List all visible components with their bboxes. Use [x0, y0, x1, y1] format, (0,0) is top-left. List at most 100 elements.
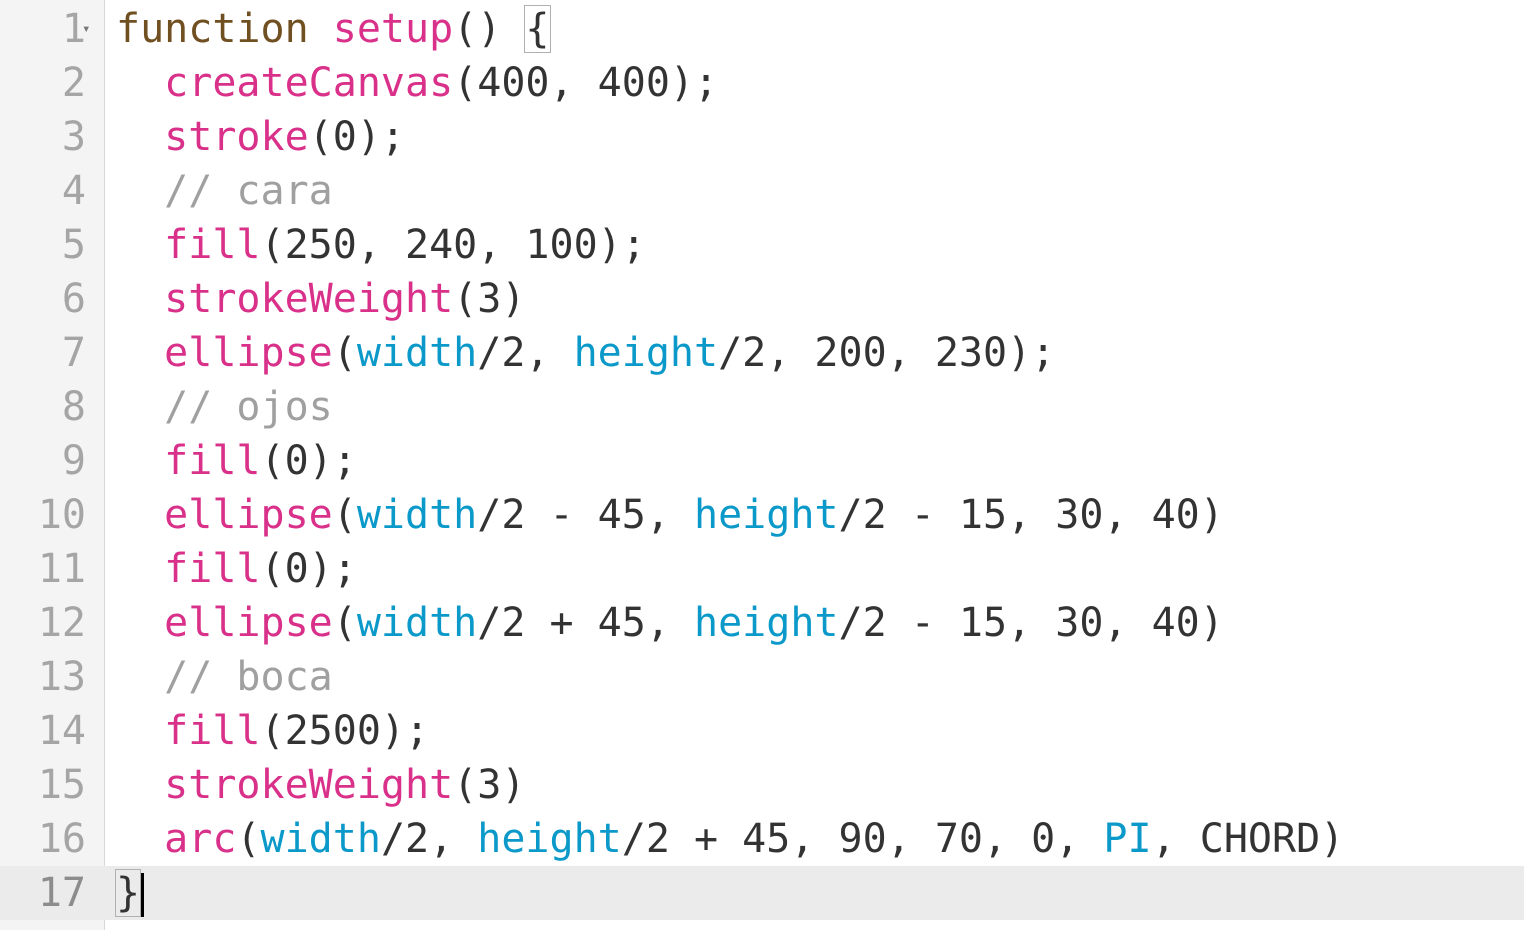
line-number: 13: [37, 654, 86, 700]
code-text[interactable]: ellipse(width/2, height/2, 200, 230);: [116, 326, 1055, 380]
code-text[interactable]: createCanvas(400, 400);: [116, 56, 718, 110]
code-token: (0);: [308, 114, 405, 160]
line-number: 6: [61, 276, 86, 322]
code-token: width: [356, 330, 478, 376]
code-line[interactable]: 11 fill(0);: [0, 542, 1524, 596]
code-line[interactable]: 17}: [0, 866, 1524, 920]
code-line[interactable]: 10 ellipse(width/2 - 45, height/2 - 15, …: [0, 488, 1524, 542]
code-token: ellipse: [164, 600, 333, 646]
code-token: (3): [453, 762, 526, 808]
code-text[interactable]: ellipse(width/2 + 45, height/2 - 15, 30,…: [116, 596, 1224, 650]
code-token: setup: [332, 6, 454, 52]
code-token: // cara: [164, 168, 333, 214]
line-number: 10: [37, 492, 86, 538]
line-number: 15: [37, 762, 86, 808]
line-number: 4: [61, 168, 86, 214]
code-token: /2 - 15, 30, 40): [838, 600, 1224, 646]
line-number: 8: [61, 384, 86, 430]
code-text[interactable]: strokeWeight(3): [116, 758, 525, 812]
code-line[interactable]: 14 fill(2500);: [0, 704, 1524, 758]
code-token: fill: [164, 222, 261, 268]
code-editor[interactable]: 1 ▾ function setup() {2 createCanvas(400, …: [0, 0, 1524, 930]
code-line[interactable]: 6 strokeWeight(3): [0, 272, 1524, 326]
code-line[interactable]: 16 arc(width/2, height/2 + 45, 90, 70, 0…: [0, 812, 1524, 866]
line-number: 9: [61, 438, 86, 484]
code-token: PI: [1103, 816, 1152, 862]
code-line[interactable]: 12 ellipse(width/2 + 45, height/2 - 15, …: [0, 596, 1524, 650]
code-text[interactable]: }: [114, 866, 145, 920]
code-token: (400, 400);: [453, 60, 719, 106]
code-token: fill: [164, 708, 261, 754]
code-token: strokeWeight: [164, 276, 454, 322]
code-token: /2,: [380, 816, 478, 862]
code-token: (0);: [260, 546, 357, 592]
code-text[interactable]: fill(0);: [116, 542, 357, 596]
line-number: 5: [61, 222, 86, 268]
code-token: /2 - 45,: [477, 492, 695, 538]
fold-toggle-icon[interactable]: ▾: [82, 2, 90, 56]
code-text[interactable]: function setup() {: [116, 2, 551, 56]
code-line[interactable]: 5 fill(250, 240, 100);: [0, 218, 1524, 272]
code-line[interactable]: 13 // boca: [0, 650, 1524, 704]
code-text[interactable]: fill(2500);: [116, 704, 429, 758]
code-token: /2 + 45, 90, 70, 0,: [621, 816, 1104, 862]
code-token: /2 - 15, 30, 40): [838, 492, 1224, 538]
code-token: stroke: [164, 114, 309, 160]
code-token: height: [694, 492, 839, 538]
code-line[interactable]: 8 // ojos: [0, 380, 1524, 434]
code-text[interactable]: stroke(0);: [116, 110, 405, 164]
code-token: , CHORD): [1151, 816, 1345, 862]
code-text[interactable]: // boca: [116, 650, 333, 704]
code-token: height: [477, 816, 622, 862]
code-line[interactable]: 2 createCanvas(400, 400);: [0, 56, 1524, 110]
code-line[interactable]: 7 ellipse(width/2, height/2, 200, 230);: [0, 326, 1524, 380]
code-token: // ojos: [164, 384, 333, 430]
code-token: width: [356, 600, 478, 646]
code-token: strokeWeight: [164, 762, 454, 808]
code-token: height: [573, 330, 719, 376]
code-token: width: [356, 492, 478, 538]
line-number: 14: [37, 708, 86, 754]
code-token: /2,: [477, 330, 574, 376]
code-text[interactable]: fill(0);: [116, 434, 357, 488]
code-line[interactable]: 3 stroke(0);: [0, 110, 1524, 164]
code-token: }: [114, 869, 142, 917]
code-token: ellipse: [164, 492, 333, 538]
line-number: 1: [61, 6, 86, 52]
code-text[interactable]: strokeWeight(3): [116, 272, 525, 326]
code-line[interactable]: 1 ▾ function setup() {: [0, 2, 1524, 56]
code-token: (: [236, 816, 261, 862]
code-token: /2, 200, 230);: [718, 330, 1056, 376]
code-token: arc: [164, 816, 237, 862]
code-line[interactable]: 4 // cara: [0, 164, 1524, 218]
code-line[interactable]: 9 fill(0);: [0, 434, 1524, 488]
code-token: fill: [164, 438, 261, 484]
code-token: (: [332, 600, 357, 646]
code-token: ellipse: [164, 330, 333, 376]
code-line[interactable]: 15 strokeWeight(3): [0, 758, 1524, 812]
code-text[interactable]: fill(250, 240, 100);: [116, 218, 646, 272]
code-token: (2500);: [260, 708, 430, 754]
line-number: 11: [37, 546, 86, 592]
line-number: 12: [37, 600, 86, 646]
line-number: 3: [61, 114, 86, 160]
code-token: (3): [453, 276, 526, 322]
code-token: (): [453, 6, 526, 52]
line-number: 17: [37, 870, 86, 916]
code-token: (0);: [260, 438, 357, 484]
code-text[interactable]: // ojos: [116, 380, 333, 434]
code-text[interactable]: arc(width/2, height/2 + 45, 90, 70, 0, P…: [116, 812, 1344, 866]
code-text[interactable]: // cara: [116, 164, 333, 218]
code-text[interactable]: ellipse(width/2 - 45, height/2 - 15, 30,…: [116, 488, 1224, 542]
